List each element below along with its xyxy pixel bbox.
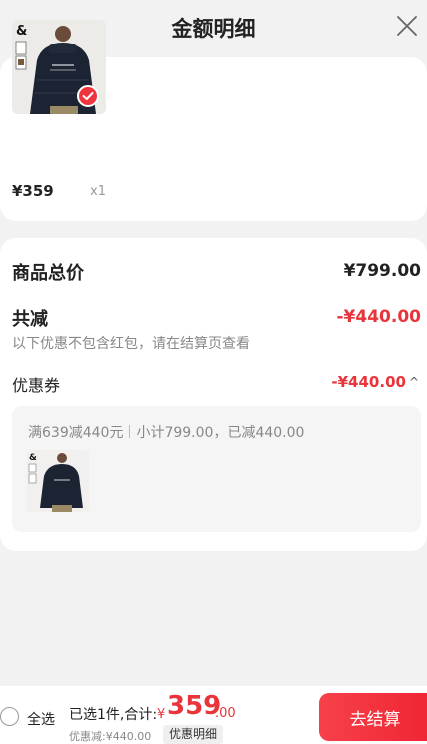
checkout-bar: 全选 已选1件,合计: ¥ 359 .00 优惠减:¥440.00 优惠明细 去…	[0, 686, 427, 744]
svg-text:&: &	[29, 453, 37, 463]
total-amount-decimal: .00	[215, 706, 236, 721]
selected-summary: 已选1件,合计:	[69, 707, 158, 723]
discount-summary: 优惠减:¥440.00	[69, 730, 152, 743]
total-price-label: 商品总价	[12, 263, 84, 284]
coupon-rule: 满639减440元	[28, 425, 124, 441]
page-title: 金额明细	[171, 17, 256, 41]
coupon-product-thumbnail: &	[27, 450, 89, 512]
chevron-up-icon: ^	[408, 375, 419, 389]
close-icon[interactable]	[395, 14, 419, 38]
coupon-toggle[interactable]: -¥440.00 ^	[331, 373, 419, 391]
product-price: ¥359	[12, 182, 54, 200]
reduction-label: 共减	[12, 309, 48, 330]
total-price-value: ¥799.00	[343, 261, 421, 281]
divider	[129, 425, 131, 438]
black-puffer-jacket-thumb-icon: &	[27, 450, 89, 512]
reduction-value: -¥440.00	[336, 307, 422, 327]
selected-check-icon[interactable]	[77, 85, 99, 107]
coupon-description: 满639减440元 小计799.00，已减440.00	[28, 422, 304, 442]
svg-text:&: &	[16, 24, 27, 39]
product-quantity: x1	[90, 184, 106, 199]
total-amount-integer: 359	[167, 691, 222, 721]
coupon-value: -¥440.00	[331, 373, 406, 391]
coupon-detail-box: 满639减440元 小计799.00，已减440.00 &	[12, 406, 421, 532]
coupon-subtotal: 小计799.00，已减440.00	[136, 425, 305, 441]
discount-detail-button[interactable]: 优惠明细	[163, 725, 224, 744]
currency-symbol: ¥	[157, 707, 166, 722]
coupon-label: 优惠券	[12, 376, 61, 395]
promo-note: 以下优惠不包含红包，请在结算页查看	[12, 336, 250, 352]
select-all-label[interactable]: 全选	[27, 709, 55, 729]
select-all-radio[interactable]	[0, 707, 19, 726]
checkout-button[interactable]: 去结算	[319, 693, 427, 741]
